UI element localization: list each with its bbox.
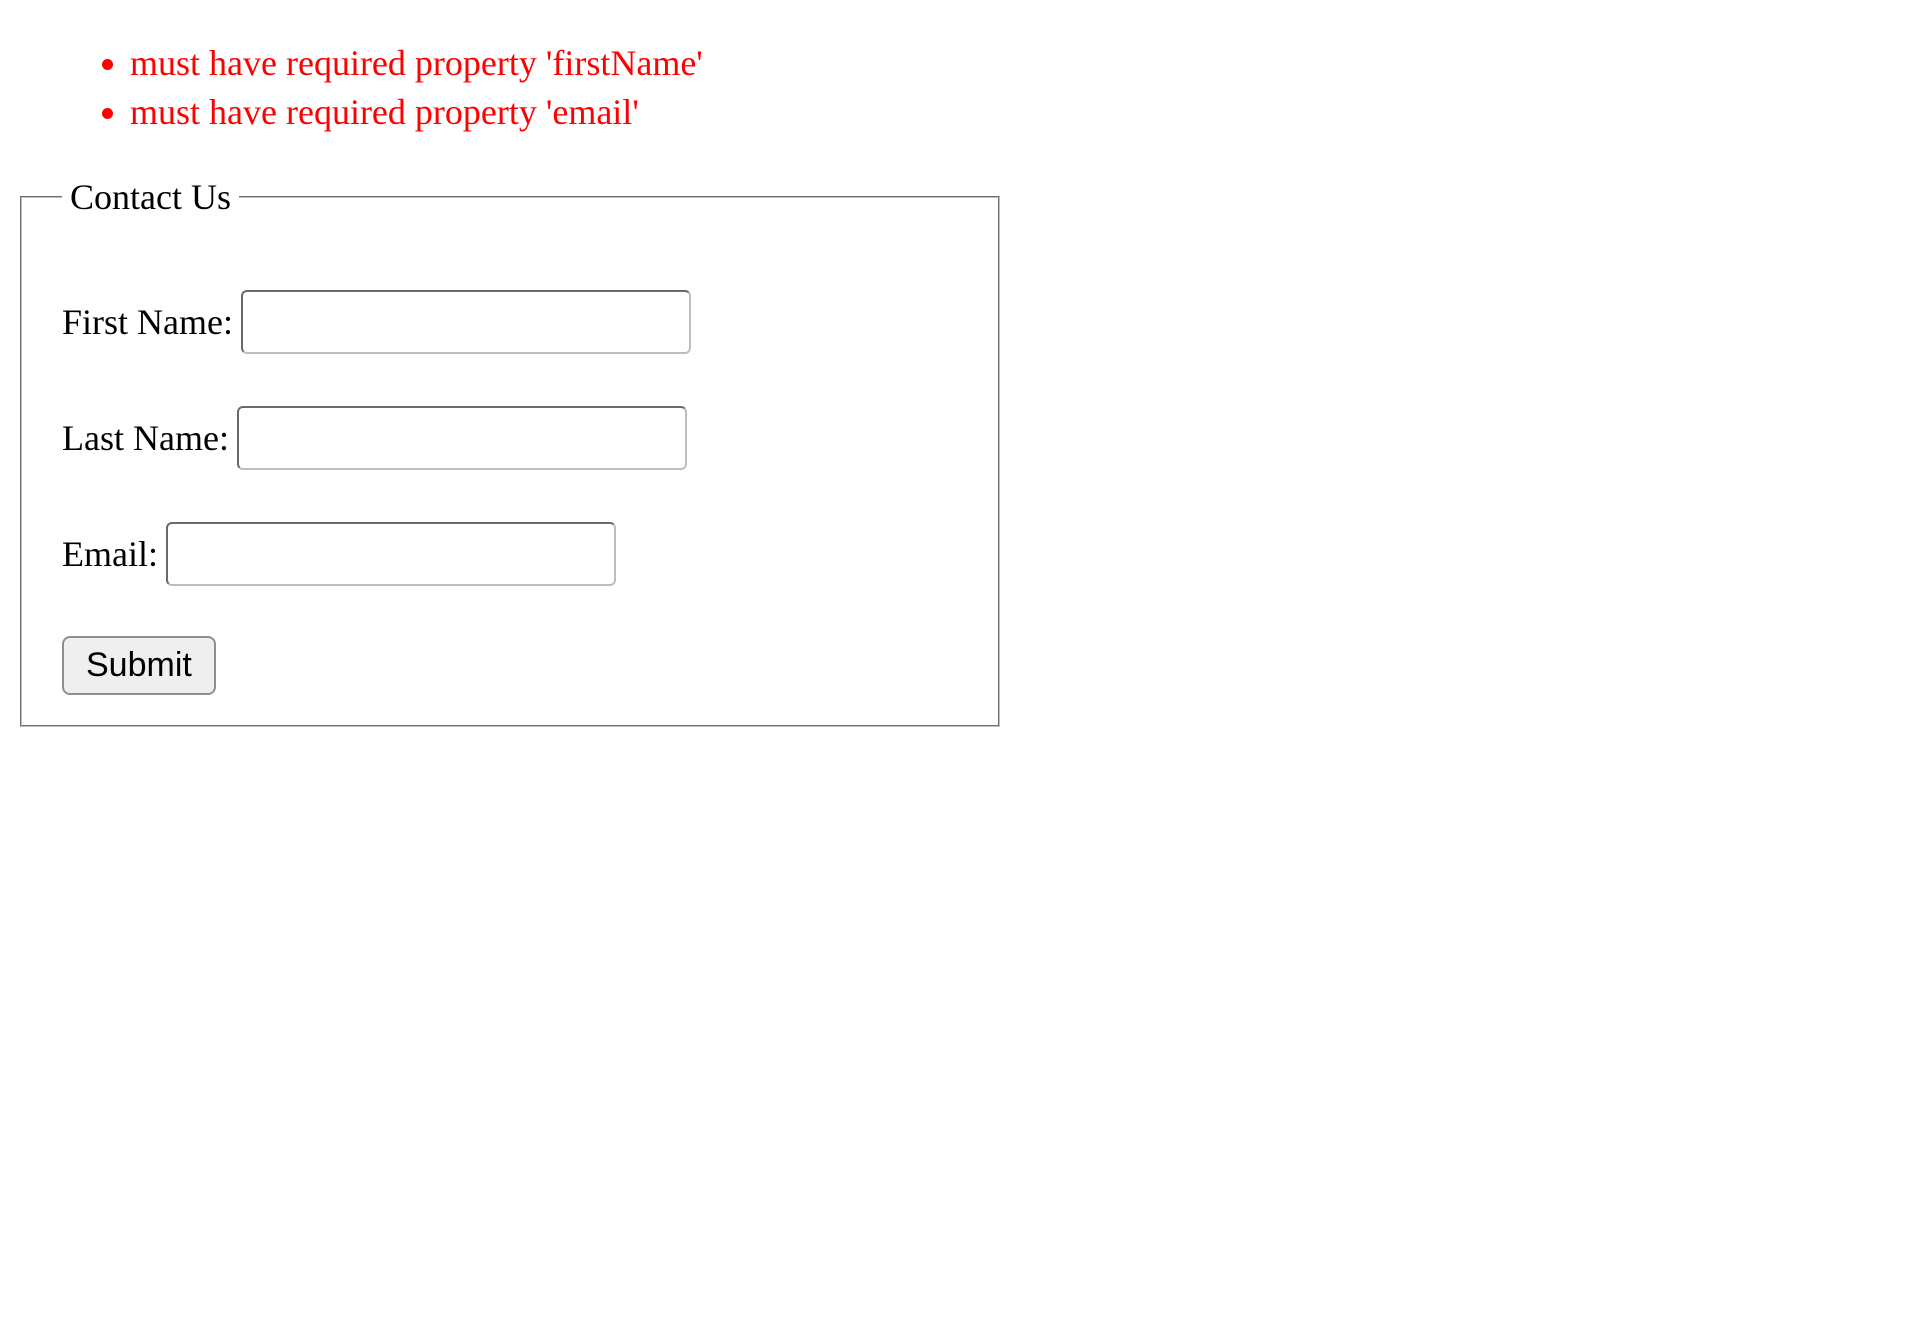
submit-row: Submit — [62, 636, 958, 695]
submit-button[interactable]: Submit — [62, 636, 216, 695]
first-name-row: First Name: — [62, 290, 958, 354]
first-name-input[interactable] — [241, 290, 691, 354]
last-name-label: Last Name: — [62, 417, 229, 459]
last-name-input[interactable] — [237, 406, 687, 470]
contact-form: Contact Us First Name: Last Name: Email:… — [20, 176, 1000, 727]
first-name-label: First Name: — [62, 301, 233, 343]
validation-error-item: must have required property 'firstName' — [130, 40, 1000, 87]
email-input[interactable] — [166, 522, 616, 586]
page-container: must have required property 'firstName' … — [20, 40, 1000, 727]
email-row: Email: — [62, 522, 958, 586]
last-name-row: Last Name: — [62, 406, 958, 470]
validation-error-list: must have required property 'firstName' … — [20, 40, 1000, 136]
validation-error-item: must have required property 'email' — [130, 89, 1000, 136]
email-label: Email: — [62, 533, 158, 575]
contact-fieldset: Contact Us First Name: Last Name: Email:… — [20, 176, 1000, 727]
fieldset-legend: Contact Us — [62, 176, 239, 218]
